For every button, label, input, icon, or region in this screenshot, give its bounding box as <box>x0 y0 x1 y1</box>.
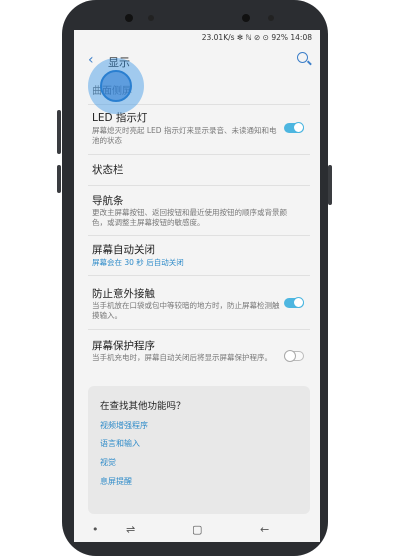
navigation-bar-item[interactable]: 导航条 更改主屏幕按钮、返回按钮和最近使用按钮的顺序或背景颜色，或调整主屏幕按钮… <box>74 193 320 233</box>
link-aod[interactable]: 息屏提醒 <box>100 476 132 487</box>
divider <box>88 329 310 330</box>
home-icon[interactable]: ▢ <box>192 523 202 536</box>
link-video-enhancer[interactable]: 视频增强程序 <box>100 420 148 431</box>
link-language-input[interactable]: 语言和输入 <box>100 438 140 449</box>
led-indicator-toggle[interactable] <box>284 122 304 133</box>
screen-timeout-title: 屏幕自动关闭 <box>92 244 155 256</box>
screensaver-subtitle: 当手机充电时，屏幕自动关闭后将显示屏幕保护程序。 <box>92 353 272 362</box>
navigation-bar-title: 导航条 <box>92 195 124 207</box>
led-indicator-item[interactable]: LED 指示灯 屏幕熄灭时亮起 LED 指示灯来显示录音、未读通知和电池的状态 <box>74 110 320 150</box>
suggestions-card: 在查找其他功能吗？ 视频增强程序 语言和输入 视觉 息屏提醒 <box>88 386 310 514</box>
divider <box>88 154 310 155</box>
phone-screen: 23.01K/s ✻ ℕ ⊘ ⊙ 92% 14:08 ‹ 显示 曲面侧屏 LED… <box>74 30 320 542</box>
back-arrow-icon[interactable]: ‹ <box>88 52 94 68</box>
sensor-dot <box>268 15 274 21</box>
search-icon[interactable] <box>297 52 308 63</box>
status-right: 23.01K/s ✻ ℕ ⊘ ⊙ 92% 14:08 <box>201 33 312 42</box>
navigation-bar: • ⇌ ▢ ← <box>74 518 320 542</box>
accidental-touch-item[interactable]: 防止意外接触 当手机放在口袋或包中等较暗的地方时，防止屏幕检测触摸输入。 <box>74 286 320 326</box>
screensaver-toggle[interactable] <box>284 350 304 362</box>
screen-timeout-subtitle: 屏幕会在 30 秒 后自动关闭 <box>92 258 184 267</box>
touch-indicator <box>88 58 144 114</box>
status-bar-item[interactable]: 状态栏 <box>74 162 320 182</box>
front-camera <box>125 14 133 22</box>
recent-apps-icon[interactable]: ⇌ <box>126 523 135 536</box>
link-vision[interactable]: 视觉 <box>100 457 116 468</box>
led-indicator-subtitle: 屏幕熄灭时亮起 LED 指示灯来显示录音、未读通知和电池的状态 <box>92 126 277 145</box>
power-button <box>328 165 332 205</box>
status-bar: 23.01K/s ✻ ℕ ⊘ ⊙ 92% 14:08 <box>74 30 320 46</box>
back-icon[interactable]: ← <box>260 523 269 536</box>
divider <box>88 275 310 276</box>
volume-button <box>57 110 61 154</box>
accidental-touch-subtitle: 当手机放在口袋或包中等较暗的地方时，防止屏幕检测触摸输入。 <box>92 301 280 320</box>
accidental-touch-toggle[interactable] <box>284 297 304 308</box>
accidental-touch-title: 防止意外接触 <box>92 288 155 300</box>
bixby-button <box>57 165 61 193</box>
navigation-bar-subtitle: 更改主屏幕按钮、返回按钮和最近使用按钮的顺序或背景颜色，或调整主屏幕按钮的敏感度… <box>92 208 287 227</box>
divider <box>88 235 310 236</box>
status-bar-title: 状态栏 <box>92 164 124 176</box>
iris-scanner <box>242 14 250 22</box>
suggestions-heading: 在查找其他功能吗？ <box>100 401 186 412</box>
divider <box>88 185 310 186</box>
screen-timeout-item[interactable]: 屏幕自动关闭 屏幕会在 30 秒 后自动关闭 <box>74 242 320 272</box>
nav-dot-icon: • <box>92 523 99 536</box>
screensaver-title: 屏幕保护程序 <box>92 340 155 352</box>
screensaver-item[interactable]: 屏幕保护程序 当手机充电时，屏幕自动关闭后将显示屏幕保护程序。 <box>74 338 320 378</box>
sensor <box>148 15 154 21</box>
